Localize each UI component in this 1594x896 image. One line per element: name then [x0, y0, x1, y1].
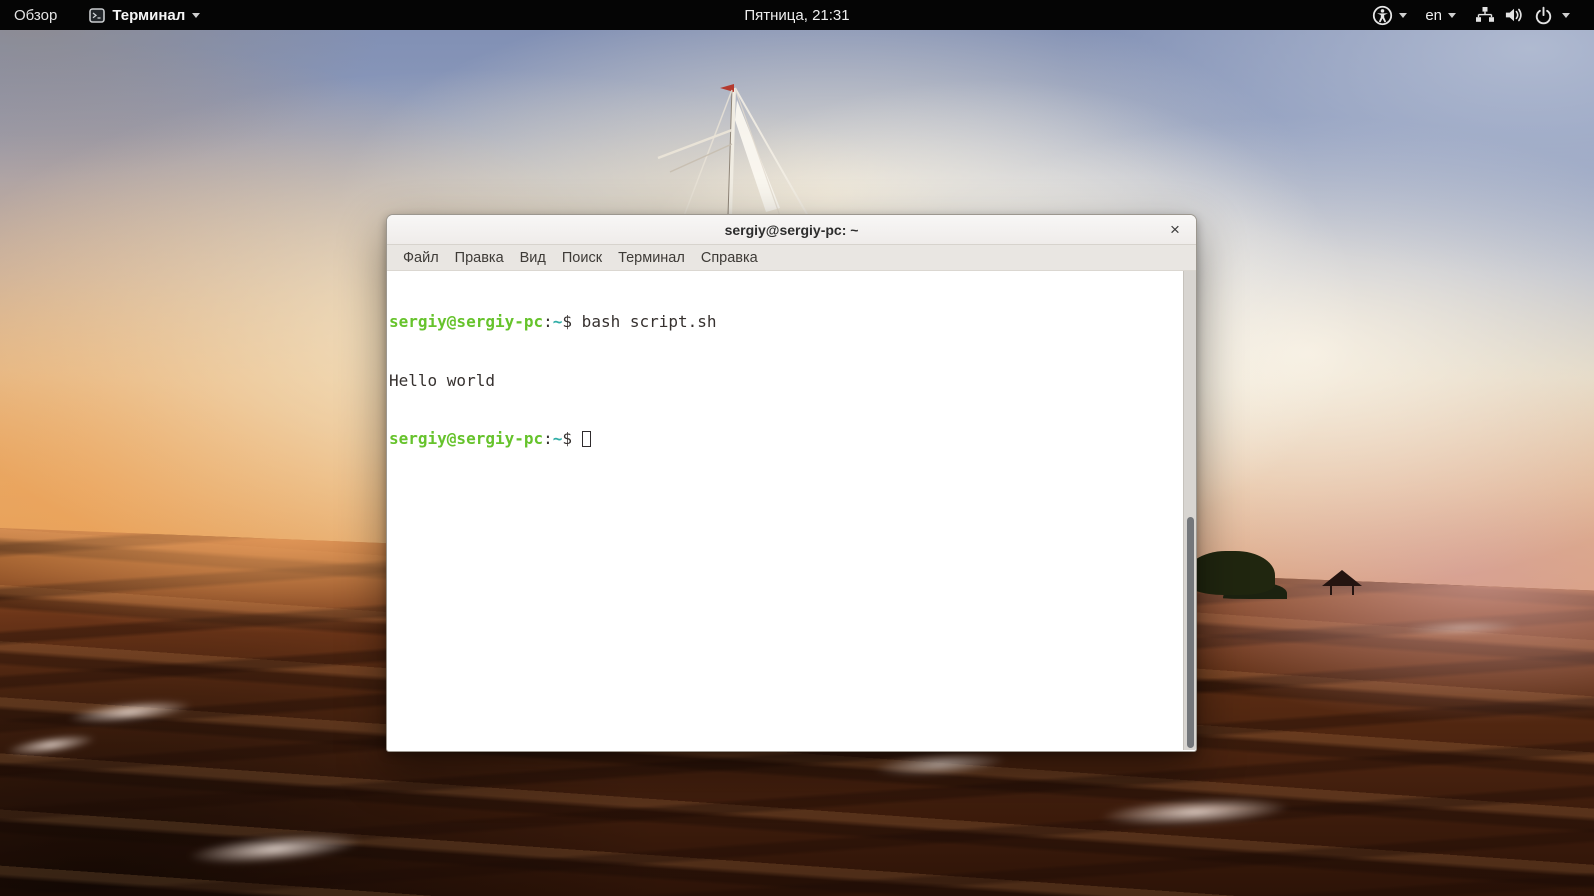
close-button[interactable]: ×	[1163, 215, 1187, 244]
chevron-down-icon	[1399, 13, 1407, 18]
app-menu-button[interactable]: Терминал	[79, 0, 210, 30]
scrollbar-track[interactable]	[1183, 271, 1196, 750]
menu-item-help[interactable]: Справка	[693, 248, 766, 268]
system-menu[interactable]	[1465, 0, 1580, 30]
accessibility-menu-icon	[1372, 5, 1393, 26]
menu-item-edit[interactable]: Правка	[447, 248, 512, 268]
terminal-line-command: sergiy@sergiy-pc:~$ bash script.sh	[389, 312, 1180, 332]
chevron-down-icon	[1448, 13, 1456, 18]
app-menu-label: Терминал	[112, 7, 185, 24]
sailboat-mast	[628, 78, 858, 218]
chevron-down-icon	[1562, 13, 1570, 18]
menu-item-file[interactable]: Файл	[395, 248, 447, 268]
command-text: bash script.sh	[572, 312, 717, 331]
prompt-path: ~	[553, 312, 563, 331]
top-bar-right: en	[1363, 0, 1594, 30]
terminal-window: sergiy@sergiy-pc: ~ × Файл Правка Вид По…	[386, 214, 1197, 752]
prompt-user-host: sergiy@sergiy-pc	[389, 429, 543, 448]
terminal-icon	[89, 8, 105, 23]
window-title: sergiy@sergiy-pc: ~	[725, 222, 859, 238]
output-text: Hello world	[389, 371, 495, 390]
terminal-cursor	[582, 431, 591, 447]
keyboard-layout-label: en	[1425, 7, 1442, 24]
activities-label: Обзор	[14, 7, 57, 24]
scrollbar-thumb[interactable]	[1187, 517, 1194, 748]
accessibility-menu[interactable]	[1363, 0, 1416, 30]
wired-network-icon	[1475, 6, 1495, 24]
keyboard-layout-menu[interactable]: en	[1416, 0, 1465, 30]
terminal-content-area[interactable]: sergiy@sergiy-pc:~$ bash script.sh Hello…	[387, 271, 1196, 750]
menu-item-search[interactable]: Поиск	[554, 248, 610, 268]
wallpaper-hut	[1322, 570, 1362, 586]
terminal-line-output: Hello world	[389, 371, 1180, 391]
prompt-path: ~	[553, 429, 563, 448]
top-bar-left: Обзор Терминал	[0, 0, 210, 30]
terminal-text: sergiy@sergiy-pc:~$ bash script.sh Hello…	[389, 273, 1180, 488]
terminal-line-prompt: sergiy@sergiy-pc:~$	[389, 429, 1180, 449]
wallpaper-hut-posts	[1330, 586, 1354, 595]
activities-button[interactable]: Обзор	[0, 0, 71, 30]
prompt-user-host: sergiy@sergiy-pc	[389, 312, 543, 331]
clock-label[interactable]: Пятница, 21:31	[0, 7, 1594, 24]
terminal-menubar: Файл Правка Вид Поиск Терминал Справка	[387, 245, 1196, 271]
window-titlebar[interactable]: sergiy@sergiy-pc: ~ ×	[387, 215, 1196, 245]
desktop: Обзор Терминал Пятница, 21:31	[0, 0, 1594, 896]
menu-item-view[interactable]: Вид	[512, 248, 554, 268]
chevron-down-icon	[192, 13, 200, 18]
power-icon	[1534, 6, 1553, 25]
menu-item-terminal[interactable]: Терминал	[610, 248, 693, 268]
gnome-top-bar: Обзор Терминал Пятница, 21:31	[0, 0, 1594, 30]
volume-icon	[1504, 6, 1525, 24]
